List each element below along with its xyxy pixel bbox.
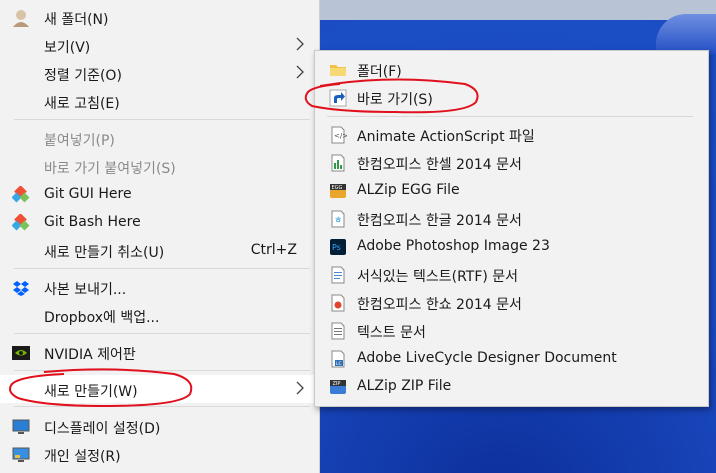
submenu-item-text-document[interactable]: 텍스트 문서 [315,317,708,345]
menu-separator [14,333,310,334]
menu-item-dropbox-backup[interactable]: Dropbox에 백업... [0,301,319,329]
submenu-item-rtf[interactable]: 서식있는 텍스트(RTF) 문서 [315,261,708,289]
menu-item-label: 붙여넣기(P) [44,133,115,149]
git-icon [12,186,30,204]
submenu-item-hanshow[interactable]: 한컴오피스 한쇼 2014 문서 [315,289,708,317]
rtf-icon [329,266,347,284]
svg-text:LC: LC [336,361,342,367]
menu-item-display-settings[interactable]: 디스플레이 설정(D) [0,412,319,440]
submenu-item-hancell[interactable]: 한컴오피스 한셀 2014 문서 [315,149,708,177]
submenu-item-label: 한컴오피스 한쇼 2014 문서 [357,297,522,313]
nvidia-icon [12,344,30,362]
menu-item-git-bash[interactable]: Git Bash Here [0,208,319,236]
menu-item-paste: 붙여넣기(P) [0,124,319,152]
submenu-item-folder[interactable]: 폴더(F) [315,56,708,84]
actionscript-file-icon: </> [329,126,348,144]
display-icon [12,418,30,436]
menu-item-sort-by[interactable]: 정렬 기준(O) [0,59,319,87]
submenu-item-hangul[interactable]: ㅎ 한컴오피스 한글 2014 문서 [315,205,708,233]
submenu-item-photoshop[interactable]: Ps Adobe Photoshop Image 23 [315,233,708,261]
menu-item-refresh[interactable]: 새로 고침(E) [0,87,319,115]
menu-item-nvidia[interactable]: NVIDIA 제어판 [0,338,319,366]
svg-text:Ps: Ps [332,243,341,252]
svg-text:</>: </> [334,132,347,140]
submenu-item-shortcut[interactable]: 바로 가기(S) [315,84,708,112]
hangul-icon: ㅎ [329,210,347,228]
menu-separator [14,406,310,407]
submenu-item-alzip-zip[interactable]: ZIP ALZip ZIP File [315,373,708,401]
menu-item-label: 새로 만들기(W) [44,384,138,400]
menu-item-label: Git GUI Here [44,186,132,202]
chevron-right-icon [295,36,305,52]
menu-item-label: 보기(V) [44,40,91,56]
photoshop-icon: Ps [329,238,347,256]
submenu-separator [327,116,693,117]
submenu-item-label: 한컴오피스 한셀 2014 문서 [357,157,522,173]
submenu-item-label: 바로 가기(S) [357,92,433,108]
menu-item-label: Git Bash Here [44,214,141,230]
svg-text:EGG: EGG [332,185,343,191]
submenu-item-label: ALZip EGG File [357,182,460,198]
menu-item-label: 새 폴더(N) [44,12,109,28]
submenu-item-livecycle[interactable]: LC Adobe LiveCycle Designer Document [315,345,708,373]
menu-item-view[interactable]: 보기(V) [0,31,319,59]
desktop-context-menu: 새 폴더(N) 보기(V) 정렬 기준(O) 새로 고침(E) 붙여넣기(P) … [0,0,320,473]
shortcut-icon [329,89,347,107]
submenu-item-label: 한컴오피스 한글 2014 문서 [357,213,522,229]
livecycle-icon: LC [329,350,347,368]
desktop-window-strip [300,0,716,20]
git-icon [12,214,30,232]
submenu-item-label: Adobe LiveCycle Designer Document [357,350,617,366]
chevron-right-icon [295,64,305,80]
avatar-icon [12,9,30,27]
menu-item-label: 새로 고침(E) [44,96,120,112]
submenu-item-label: Animate ActionScript 파일 [357,129,535,145]
menu-item-label: 개인 설정(R) [44,449,121,465]
menu-separator [14,370,310,371]
submenu-item-alzip-egg[interactable]: EGG ALZip EGG File [315,177,708,205]
menu-item-label: 바로 가기 붙여넣기(S) [44,161,176,177]
submenu-item-actionscript[interactable]: </> Animate ActionScript 파일 [315,121,708,149]
menu-item-paste-shortcut: 바로 가기 붙여넣기(S) [0,152,319,180]
svg-text:ZIP: ZIP [333,381,341,387]
submenu-item-label: Adobe Photoshop Image 23 [357,238,550,254]
personalize-icon [12,446,30,464]
menu-item-label: 정렬 기준(O) [44,68,122,84]
menu-item-label: Dropbox에 백업... [44,310,160,326]
menu-item-send-copy[interactable]: 사본 보내기... [0,273,319,301]
submenu-item-label: 폴더(F) [357,64,402,80]
menu-item-personalize[interactable]: 개인 설정(R) [0,440,319,468]
alzip-zip-icon: ZIP [329,378,347,396]
menu-item-new-folder[interactable]: 새 폴더(N) [0,3,319,31]
submenu-item-label: 서식있는 텍스트(RTF) 문서 [357,269,519,285]
hancell-icon [329,154,347,172]
submenu-item-label: ALZip ZIP File [357,378,452,394]
menu-item-git-gui[interactable]: Git GUI Here [0,180,319,208]
text-document-icon [329,322,347,340]
menu-item-undo-new[interactable]: 새로 만들기 취소(U) Ctrl+Z [0,236,319,264]
menu-separator [14,268,310,269]
folder-icon [329,61,347,79]
menu-separator [14,119,310,120]
new-submenu: 폴더(F) 바로 가기(S) </> Animate ActionScript … [314,50,709,407]
dropbox-icon [12,279,30,297]
submenu-item-label: 텍스트 문서 [357,325,426,341]
menu-item-label: 디스플레이 설정(D) [44,421,161,437]
menu-item-label: 새로 만들기 취소(U) [44,245,165,261]
desktop-wallpaper-glow [656,14,716,54]
chevron-right-icon [295,380,305,396]
svg-text:ㅎ: ㅎ [334,216,342,226]
menu-item-label: 사본 보내기... [44,282,127,298]
alzip-egg-icon: EGG [329,182,347,200]
menu-item-new[interactable]: 새로 만들기(W) [0,375,319,403]
menu-item-shortcut: Ctrl+Z [250,242,297,258]
menu-item-label: NVIDIA 제어판 [44,347,136,363]
hanshow-icon [329,294,347,312]
